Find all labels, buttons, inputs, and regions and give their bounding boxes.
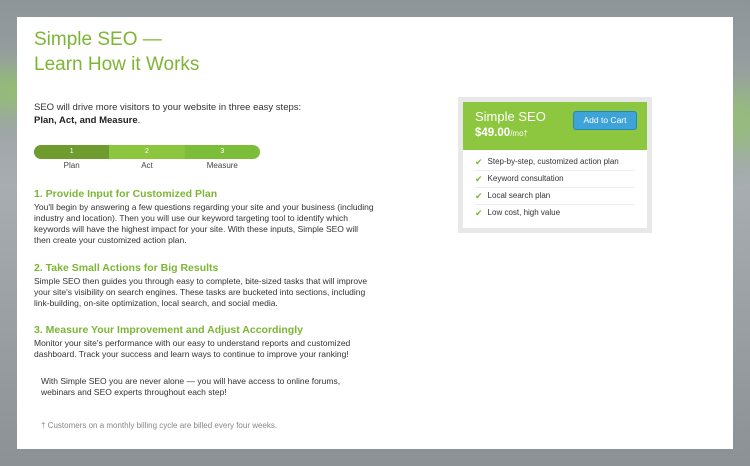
pricing-inner: Simple SEO $49.00/mo† Add to Cart ✔ Step…	[463, 102, 647, 228]
feature-label: Keyword consultation	[487, 174, 564, 183]
feature-item: ✔ Local search plan	[475, 188, 635, 205]
progress-bar: 1 2 3	[34, 145, 260, 159]
page-title-line-2: Learn How it Works	[34, 54, 200, 75]
feature-list: ✔ Step-by-step, customized action plan ✔…	[463, 150, 647, 221]
price-period: /mo†	[510, 129, 528, 138]
page-title: Simple SEO — Learn How it Works	[34, 27, 199, 77]
pricing-box: Simple SEO $49.00/mo† Add to Cart ✔ Step…	[458, 97, 652, 233]
check-icon: ✔	[475, 157, 483, 167]
progress-label-plan: Plan	[63, 161, 80, 170]
pricing-header: Simple SEO $49.00/mo† Add to Cart	[463, 102, 647, 150]
intro-bold: Plan, Act, and Measure	[34, 115, 138, 126]
progress-label-measure: Measure	[206, 161, 238, 170]
progress-step-1: 1	[34, 145, 110, 159]
step-3-section: 3. Measure Your Improvement and Adjust A…	[34, 324, 374, 360]
product-name: Simple SEO	[475, 109, 546, 124]
add-to-cart-button[interactable]: Add to Cart	[573, 111, 637, 130]
step-1-section: 1. Provide Input for Customized Plan You…	[34, 188, 374, 246]
feature-item: ✔ Step-by-step, customized action plan	[475, 154, 635, 171]
billing-footnote: † Customers on a monthly billing cycle a…	[41, 421, 278, 430]
step-3-heading: 3. Measure Your Improvement and Adjust A…	[34, 324, 303, 336]
check-icon: ✔	[475, 174, 483, 184]
page-title-line-1: Simple SEO —	[34, 29, 162, 50]
feature-label: Step-by-step, customized action plan	[487, 157, 619, 166]
progress-step-3: 3	[184, 145, 260, 159]
check-icon: ✔	[475, 191, 483, 201]
check-icon: ✔	[475, 208, 483, 218]
feature-item: ✔ Low cost, high value	[475, 205, 635, 221]
feature-item: ✔ Keyword consultation	[475, 171, 635, 188]
progress-step-2: 2	[109, 145, 185, 159]
step-1-body: You'll begin by answering a few question…	[34, 202, 374, 245]
step-2-section: 2. Take Small Actions for Big Results Si…	[34, 262, 374, 309]
price-value: $49.00	[475, 127, 511, 139]
content-card: Simple SEO — Learn How it Works SEO will…	[17, 17, 733, 449]
step-3-body: Monitor your site's performance with our…	[34, 338, 351, 359]
product-price: $49.00/mo†	[475, 127, 528, 139]
step-1-heading: 1. Provide Input for Customized Plan	[34, 188, 218, 200]
progress-label-act: Act	[141, 161, 153, 170]
intro-text: SEO will drive more visitors to your web…	[34, 101, 354, 127]
support-note: With Simple SEO you are never alone — yo…	[41, 376, 341, 397]
progress-labels: Plan Act Measure	[34, 161, 260, 170]
feature-label: Low cost, high value	[487, 208, 561, 217]
intro-period: .	[137, 115, 141, 126]
feature-label: Local search plan	[487, 191, 551, 200]
step-2-heading: 2. Take Small Actions for Big Results	[34, 262, 219, 274]
intro-sentence: SEO will drive more visitors to your web…	[34, 102, 302, 113]
step-2-body: Simple SEO then guides you through easy …	[34, 276, 368, 308]
